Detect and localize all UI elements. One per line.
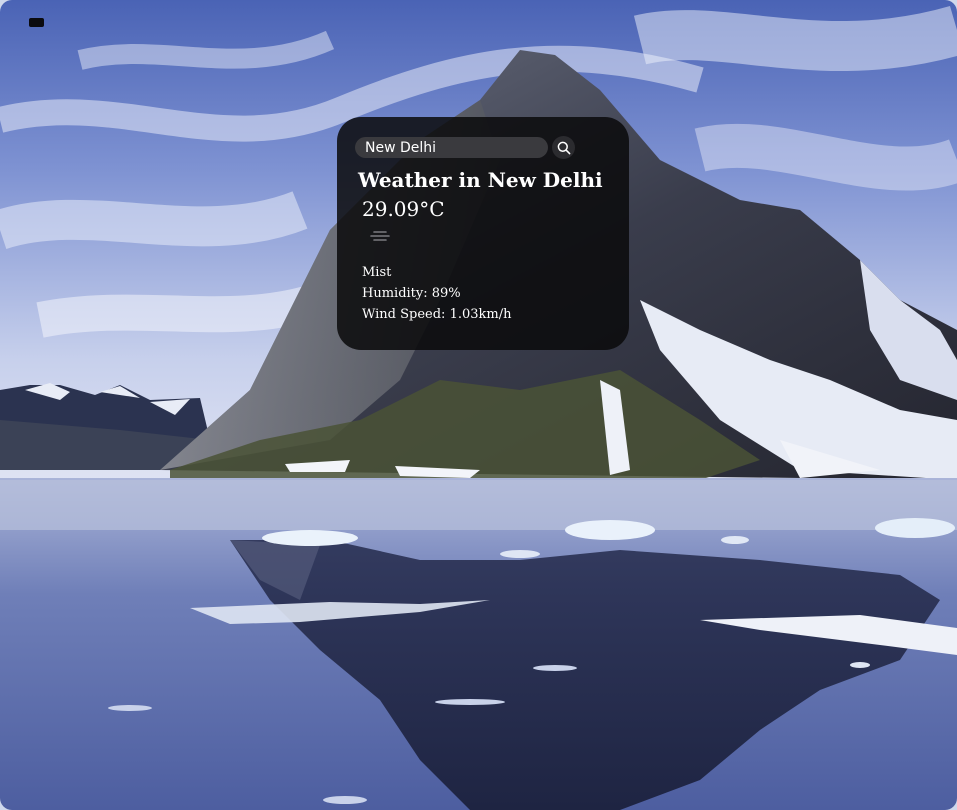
search-input[interactable]: [355, 137, 548, 158]
search-button[interactable]: [552, 136, 575, 159]
search-bar: [355, 136, 629, 159]
weather-description: Mist: [362, 265, 392, 280]
search-icon: [557, 141, 570, 154]
app-window: Weather in New Delhi 29.09°C Mist Humidi…: [0, 0, 957, 810]
humidity-value: Humidity: 89%: [362, 286, 461, 301]
mist-icon: [370, 231, 390, 241]
weather-title: Weather in New Delhi: [358, 168, 603, 192]
temperature-value: 29.09°C: [362, 197, 445, 221]
wind-speed-value: Wind Speed: 1.03km/h: [362, 307, 512, 322]
weather-card: Weather in New Delhi 29.09°C Mist Humidi…: [337, 117, 629, 350]
menu-icon[interactable]: [29, 18, 44, 27]
